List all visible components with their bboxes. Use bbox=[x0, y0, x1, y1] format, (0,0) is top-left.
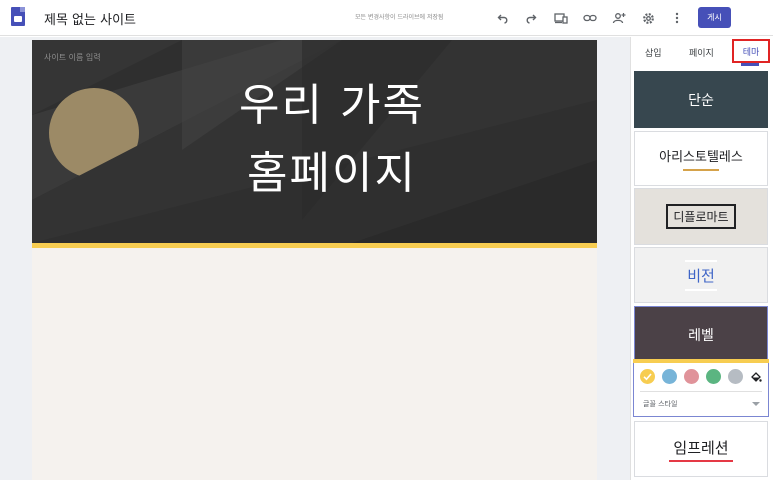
tab-pages[interactable]: 페이지 bbox=[689, 46, 714, 59]
theme-card-diplomat[interactable]: 디플로마트 bbox=[634, 188, 768, 245]
link-icon[interactable] bbox=[581, 9, 599, 27]
color-swatch-red[interactable] bbox=[684, 369, 699, 384]
theme-card-aristotle[interactable]: 아리스토텔레스 bbox=[634, 131, 768, 186]
hero-title-line1: 우리 가족 bbox=[239, 80, 425, 131]
undo-icon[interactable] bbox=[494, 9, 512, 27]
site-title[interactable]: 제목 없는 사이트 bbox=[44, 9, 136, 28]
chevron-down-icon[interactable] bbox=[752, 402, 760, 406]
theme-accent-impression bbox=[669, 459, 733, 462]
theme-card-simple[interactable]: 단순 bbox=[634, 71, 768, 128]
hero-title[interactable]: 우리 가족 홈페이지 bbox=[202, 72, 462, 208]
theme-accent-vision-top bbox=[685, 259, 717, 262]
tab-insert[interactable]: 삽입 bbox=[645, 46, 662, 59]
theme-name-level: 레벨 bbox=[688, 327, 714, 344]
save-status: 모든 변경사항이 드라이브에 저장됨 bbox=[355, 14, 444, 21]
more-vert-icon[interactable] bbox=[668, 9, 686, 27]
site-name-placeholder[interactable]: 사이트 이름 입력 bbox=[44, 52, 101, 63]
sites-logo-icon[interactable] bbox=[11, 7, 25, 26]
color-swatch-blue[interactable] bbox=[662, 369, 677, 384]
theme-card-impression[interactable]: 임프레션 bbox=[634, 421, 768, 477]
theme-name-simple: 단순 bbox=[688, 92, 714, 109]
editor-area: 사이트 이름 입력 우리 가족 홈페이지 bbox=[0, 37, 630, 480]
theme-accent-aristotle bbox=[683, 169, 719, 171]
active-tab-indicator bbox=[741, 63, 759, 66]
header-accent-bar bbox=[32, 243, 597, 248]
color-swatch-gray[interactable] bbox=[728, 369, 743, 384]
theme-card-vision[interactable]: 비전 bbox=[634, 247, 768, 303]
theme-name-vision: 비전 bbox=[687, 266, 715, 285]
publish-button[interactable]: 게시 bbox=[698, 7, 731, 28]
theme-accent-vision-bottom bbox=[685, 288, 717, 291]
theme-card-level[interactable]: 레벨 bbox=[634, 306, 768, 362]
theme-name-aristotle: 아리스토텔레스 bbox=[659, 150, 743, 165]
theme-name-diplomat: 디플로마트 bbox=[666, 204, 736, 229]
site-header[interactable]: 사이트 이름 입력 우리 가족 홈페이지 bbox=[32, 40, 597, 243]
redo-icon[interactable] bbox=[522, 9, 540, 27]
tab-themes[interactable]: 테마 bbox=[732, 39, 770, 63]
gear-icon[interactable] bbox=[639, 9, 657, 27]
color-swatch-yellow[interactable] bbox=[640, 369, 655, 384]
custom-color-fill-icon[interactable] bbox=[748, 369, 763, 384]
hero-title-line2: 홈페이지 bbox=[247, 148, 417, 199]
side-panel: 삽입 페이지 테마 단순 아리스토텔레스 디플로마트 비전 레벨 글꼴 스타일 … bbox=[630, 37, 773, 480]
preview-device-icon[interactable] bbox=[552, 9, 570, 27]
page-canvas[interactable]: 사이트 이름 입력 우리 가족 홈페이지 bbox=[32, 40, 597, 480]
top-bar: 제목 없는 사이트 모든 변경사항이 드라이브에 저장됨 게시 bbox=[0, 0, 773, 36]
font-style-dropdown[interactable]: 글꼴 스타일 bbox=[643, 399, 677, 409]
theme-name-impression: 임프레션 bbox=[673, 438, 729, 457]
theme-options-panel: 글꼴 스타일 bbox=[633, 363, 769, 417]
share-user-icon[interactable] bbox=[610, 9, 628, 27]
font-style-divider bbox=[640, 391, 762, 392]
check-icon bbox=[643, 373, 652, 381]
color-swatch-green[interactable] bbox=[706, 369, 721, 384]
